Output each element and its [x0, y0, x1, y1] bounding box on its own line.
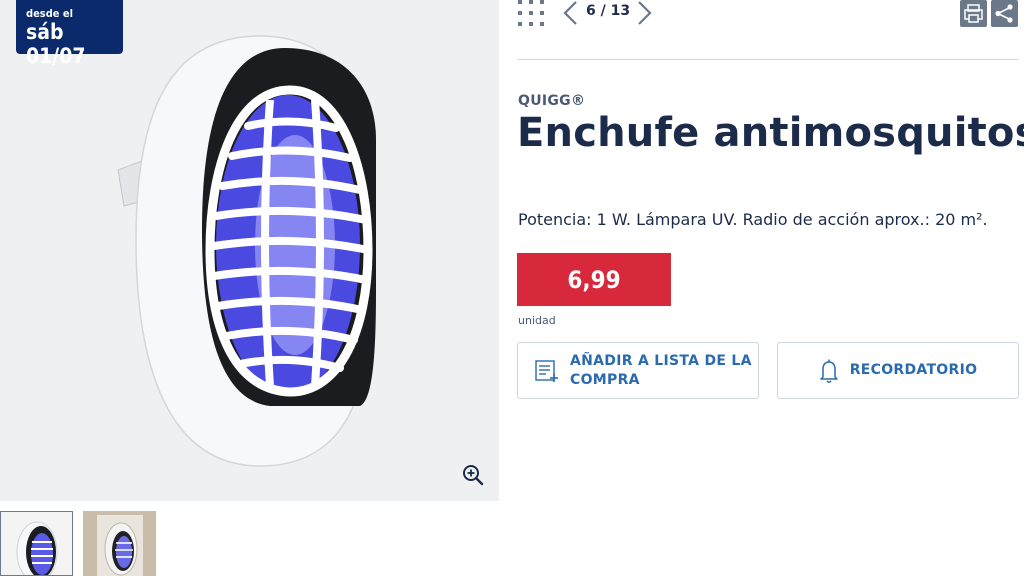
- chevron-right-icon[interactable]: [634, 0, 654, 26]
- product-title: Enchufe antimosquitos: [517, 110, 1024, 156]
- product-description: Potencia: 1 W. Lámpara UV. Radio de acci…: [518, 210, 988, 229]
- thumbnail-2[interactable]: [83, 511, 156, 576]
- product-brand: QUIGG®: [518, 93, 586, 109]
- bell-icon: [819, 359, 838, 383]
- reminder-label: RECORDATORIO: [849, 362, 978, 378]
- print-button[interactable]: [960, 0, 987, 27]
- print-icon: [964, 4, 983, 23]
- badge-line1: desde el: [26, 7, 74, 20]
- share-button[interactable]: [991, 0, 1018, 27]
- header-divider: [518, 59, 1018, 60]
- thumbnail-2-image: [83, 511, 156, 576]
- add-to-list-label-line1: AÑADIR A LISTA DE LA: [570, 352, 752, 369]
- chevron-left-icon[interactable]: [561, 0, 581, 26]
- product-price: 6,99: [567, 265, 621, 294]
- gallery-counter: 6 / 13: [586, 3, 631, 19]
- thumbnail-1[interactable]: [0, 511, 73, 576]
- badge-line2: sáb 01/07: [26, 20, 86, 68]
- grid-icon[interactable]: [518, 0, 544, 26]
- add-to-shopping-list-button[interactable]: AÑADIR A LISTA DE LA COMPRA: [517, 342, 759, 399]
- price-box: 6,99: [517, 253, 671, 306]
- zoom-in-icon[interactable]: [461, 463, 485, 487]
- add-to-list-label: AÑADIR A LISTA DE LA COMPRA: [570, 352, 752, 390]
- add-to-list-label-line2: COMPRA: [570, 371, 640, 388]
- list-add-icon: [535, 359, 558, 382]
- price-unit: unidad: [518, 314, 556, 327]
- product-image: [117, 35, 376, 467]
- availability-date-badge: desde el sáb 01/07: [16, 0, 123, 68]
- reminder-button[interactable]: RECORDATORIO: [777, 342, 1019, 399]
- share-icon: [995, 4, 1013, 23]
- thumbnail-1-image: [16, 521, 58, 575]
- product-image-stage[interactable]: desde el sáb 01/07: [0, 0, 499, 501]
